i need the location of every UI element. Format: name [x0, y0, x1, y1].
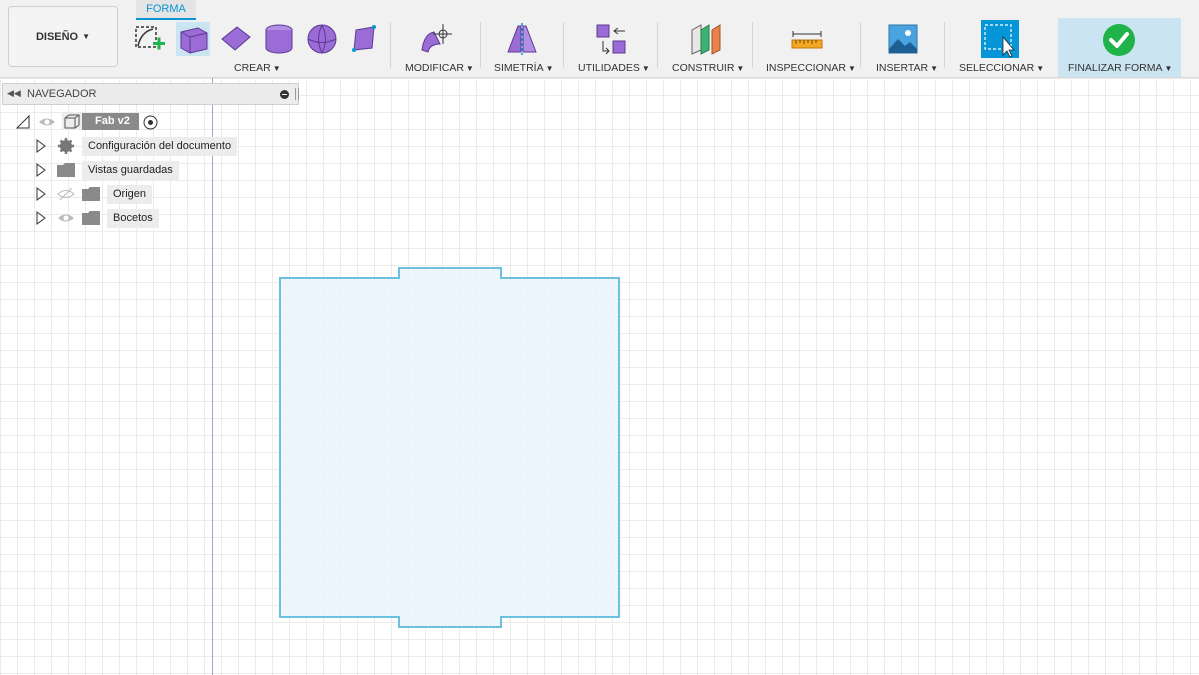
expand-triangle-icon[interactable] [36, 211, 46, 225]
utilities-icon[interactable] [594, 22, 628, 56]
construct-plane-icon[interactable] [689, 22, 723, 56]
panel-resize-handle[interactable] [295, 88, 299, 100]
tree-item-sketches[interactable]: Bocetos [107, 209, 159, 228]
folder-icon [82, 187, 100, 201]
toolbar-divider [752, 22, 753, 68]
tree-item-saved-views[interactable]: Vistas guardadas [82, 161, 179, 180]
symmetry-icon[interactable] [505, 22, 539, 56]
expand-triangle-icon[interactable] [36, 187, 46, 201]
checkmark-icon [1103, 24, 1135, 56]
folder-icon [57, 163, 75, 177]
utilities-menu[interactable]: UTILIDADES ▼ [578, 62, 650, 74]
insert-image-icon[interactable] [886, 22, 920, 56]
finish-form-button[interactable]: FINALIZAR FORMA ▼ [1058, 18, 1181, 77]
collapse-panel-icon[interactable]: ◀◀ [7, 88, 21, 99]
insert-menu[interactable]: INSERTAR ▼ [876, 62, 938, 74]
root-component[interactable]: Fab v2 [82, 113, 139, 130]
expand-triangle-icon[interactable] [36, 163, 46, 177]
inspect-menu[interactable]: INSPECCIONAR ▼ [766, 62, 856, 74]
toolbar: DISEÑO ▼ FORMA CREAR ▼ MODIFICAR ▼ SIMET… [0, 0, 1199, 78]
navigator-panel: ◀◀ NAVEGADOR [2, 83, 299, 105]
tree-item-document-settings[interactable]: Configuración del documento [82, 137, 238, 156]
folder-icon [82, 211, 100, 225]
component-icon [62, 113, 82, 130]
chevron-down-icon: ▼ [82, 32, 91, 41]
activate-radio-icon[interactable] [143, 115, 158, 130]
navigator-title: NAVEGADOR [27, 88, 97, 100]
toolbar-divider [860, 22, 861, 68]
toolbar-divider [480, 22, 481, 68]
select-menu[interactable]: SELECCIONAR ▼ [959, 62, 1044, 74]
toolbar-divider [563, 22, 564, 68]
box-icon[interactable] [176, 22, 210, 56]
plane-icon[interactable] [219, 22, 253, 56]
face-icon[interactable] [348, 22, 382, 56]
cylinder-icon[interactable] [262, 22, 296, 56]
sphere-icon[interactable] [305, 22, 339, 56]
gear-icon [58, 138, 74, 154]
modify-menu[interactable]: MODIFICAR ▼ [405, 62, 474, 74]
finish-form-label: FINALIZAR FORMA ▼ [1068, 62, 1173, 74]
eye-icon[interactable] [57, 211, 75, 225]
construct-menu[interactable]: CONSTRUIR ▼ [672, 62, 744, 74]
viewport-canvas[interactable] [0, 78, 1199, 675]
toolbar-divider [944, 22, 945, 68]
eye-icon[interactable] [38, 115, 56, 129]
toolbar-divider [657, 22, 658, 68]
select-icon[interactable] [981, 20, 1019, 58]
workspace-label: DISEÑO [35, 30, 79, 43]
sketch-profile[interactable] [0, 78, 1199, 675]
expand-triangle-icon[interactable] [36, 139, 46, 153]
symmetry-menu[interactable]: SIMETRÍA ▼ [494, 62, 554, 74]
collapse-triangle-icon[interactable] [16, 115, 30, 129]
toolbar-divider [390, 22, 391, 68]
workspace-switcher-button[interactable]: DISEÑO ▼ [8, 6, 118, 67]
tab-forma[interactable]: FORMA [136, 0, 196, 20]
minimize-icon[interactable] [280, 90, 289, 99]
tree-item-origin[interactable]: Origen [107, 185, 153, 204]
eye-hidden-icon[interactable] [57, 187, 75, 201]
modify-icon[interactable] [418, 22, 452, 56]
measure-icon[interactable] [790, 22, 824, 56]
create-sketch-icon[interactable] [133, 22, 167, 56]
create-menu[interactable]: CREAR ▼ [234, 62, 281, 74]
